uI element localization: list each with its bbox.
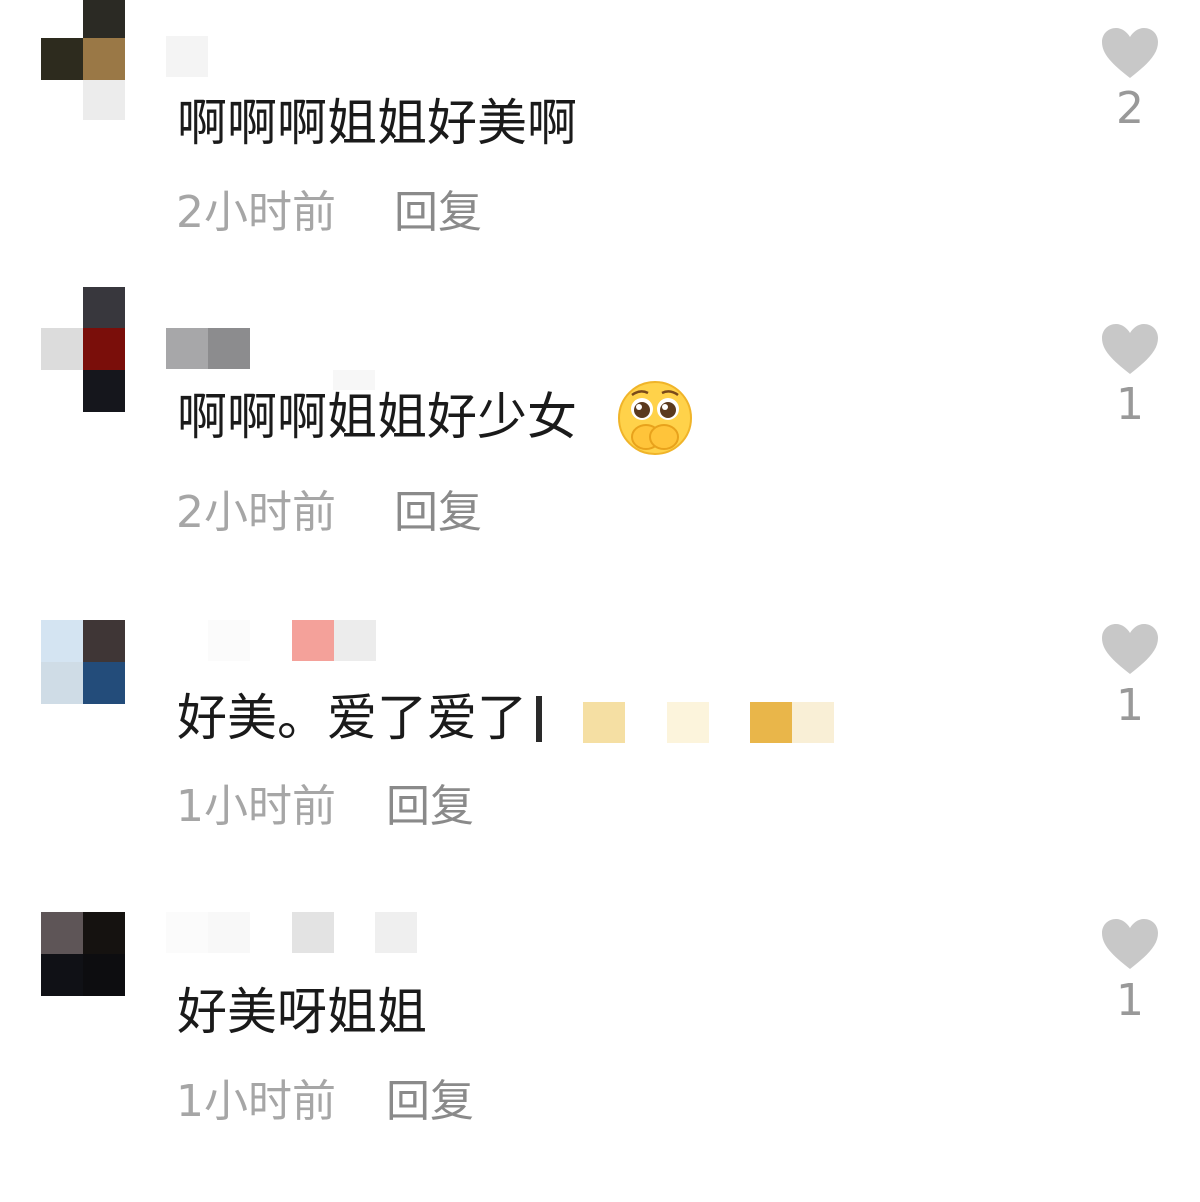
comment-text: 好美呀姐姐 (177, 983, 427, 1041)
pixelated-emoji-row (583, 702, 835, 744)
comment-timestamp: 2小时前 (176, 487, 336, 538)
reply-button[interactable]: 回复 (394, 488, 482, 538)
username[interactable] (166, 328, 250, 370)
like-count: 1 (1116, 379, 1144, 430)
reply-button[interactable]: 回复 (386, 1077, 474, 1127)
comment-item: 啊啊啊姐姐好美啊 2小时前 回复 2 (0, 0, 1200, 290)
heart-icon[interactable] (1102, 919, 1158, 971)
heart-icon[interactable] (1102, 28, 1158, 80)
comment-item: 好美呀姐姐 1小时前 回复 1 (0, 912, 1200, 1202)
like-count: 1 (1116, 680, 1144, 731)
comment-text: 啊啊啊姐姐好少女 (177, 388, 577, 446)
heart-icon[interactable] (1102, 324, 1158, 376)
comment-timestamp: 1小时前 (176, 781, 336, 832)
avatar[interactable] (41, 620, 125, 704)
comment-text: 好美。爱了爱了 (177, 689, 527, 747)
avatar[interactable] (41, 287, 125, 412)
like-count: 2 (1116, 83, 1144, 134)
pleading-face-emoji (618, 381, 692, 455)
heart-icon[interactable] (1102, 624, 1158, 676)
reply-button[interactable]: 回复 (386, 782, 474, 832)
reply-button[interactable]: 回复 (394, 188, 482, 238)
comment-item: 好美。爱了爱了 1小时前 回复 1 (0, 620, 1200, 910)
comment-timestamp: 2小时前 (176, 187, 336, 238)
comment-timestamp: 1小时前 (176, 1076, 336, 1127)
comment-text: 啊啊啊姐姐好美啊 (177, 94, 577, 152)
username[interactable] (208, 620, 376, 662)
like-count: 1 (1116, 975, 1144, 1026)
avatar[interactable] (41, 912, 125, 996)
text-cursor (536, 696, 542, 742)
username[interactable] (166, 912, 418, 954)
comment-item: 啊啊啊姐姐好少女 2小时前 回复 1 (0, 287, 1200, 577)
avatar[interactable] (41, 0, 125, 120)
username[interactable] (166, 36, 246, 78)
